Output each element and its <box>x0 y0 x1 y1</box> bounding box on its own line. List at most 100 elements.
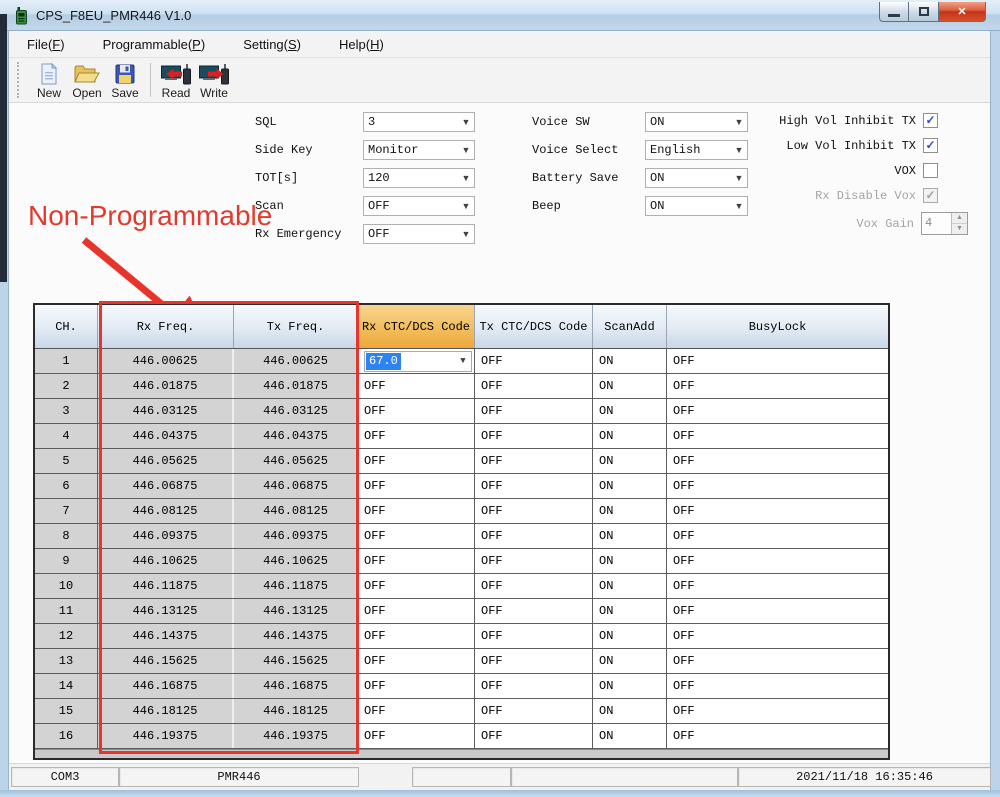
cell-rx_code[interactable]: OFF <box>358 524 475 548</box>
spin-down-icon: ▼ <box>952 224 967 234</box>
cell-rx_code[interactable]: OFF <box>358 399 475 423</box>
cell-busy_lock[interactable]: OFF <box>667 674 888 698</box>
cell-tx_code[interactable]: OFF <box>475 549 593 573</box>
cell-scan_add[interactable]: ON <box>593 649 667 673</box>
cell-tx_code[interactable]: OFF <box>475 574 593 598</box>
setting-combo-rx-emergency[interactable]: OFF ▼ <box>363 224 475 244</box>
menu-item-file[interactable]: File(F) <box>23 34 69 55</box>
cell-scan_add[interactable]: ON <box>593 549 667 573</box>
cell-tx_code[interactable]: OFF <box>475 349 593 373</box>
cell-rx: 446.13125 <box>98 599 234 623</box>
cell-rx_code[interactable]: OFF <box>358 549 475 573</box>
checkbox[interactable]: ✓ <box>923 138 938 153</box>
menu-item-programmable[interactable]: Programmable(P) <box>99 34 210 55</box>
cell-scan_add[interactable]: ON <box>593 424 667 448</box>
cell-busy_lock[interactable]: OFF <box>667 599 888 623</box>
cell-rx_code[interactable]: OFF <box>358 374 475 398</box>
cell-scan_add[interactable]: ON <box>593 624 667 648</box>
cell-ch: 7 <box>35 499 98 523</box>
cell-tx_code[interactable]: OFF <box>475 524 593 548</box>
toolbar-open-button[interactable]: Open <box>68 58 106 102</box>
toolbar-save-button[interactable]: Save <box>106 58 144 102</box>
cell-busy_lock[interactable]: OFF <box>667 349 888 373</box>
cell-scan_add[interactable]: ON <box>593 699 667 723</box>
table-row: 16 446.19375 446.19375 OFF OFF ON OFF <box>35 724 888 749</box>
cell-tx: 446.03125 <box>234 399 358 423</box>
menu-item-setting[interactable]: Setting(S) <box>239 34 305 55</box>
close-icon: ✕ <box>957 6 967 18</box>
cell-scan_add[interactable]: ON <box>593 499 667 523</box>
cell-busy_lock[interactable]: OFF <box>667 724 888 748</box>
cell-rx_code[interactable]: OFF <box>358 649 475 673</box>
cell-rx_code[interactable]: OFF <box>358 424 475 448</box>
cell-rx_code[interactable]: 67.0 ▼ <box>358 349 475 373</box>
cell-tx_code[interactable]: OFF <box>475 724 593 748</box>
cell-tx_code[interactable]: OFF <box>475 399 593 423</box>
setting-combo-side-key[interactable]: Monitor ▼ <box>363 140 475 160</box>
toolbar-new-button[interactable]: New <box>30 58 68 102</box>
cell-rx_code[interactable]: OFF <box>358 499 475 523</box>
cell-busy_lock[interactable]: OFF <box>667 649 888 673</box>
toolbar-read-button[interactable]: Read <box>157 58 195 102</box>
cell-busy_lock[interactable]: OFF <box>667 699 888 723</box>
cell-scan_add[interactable]: ON <box>593 374 667 398</box>
cell-rx_code[interactable]: OFF <box>358 574 475 598</box>
setting-combo-tot-s-[interactable]: 120 ▼ <box>363 168 475 188</box>
cell-scan_add[interactable]: ON <box>593 524 667 548</box>
setting-combo-sql[interactable]: 3 ▼ <box>363 112 475 132</box>
cell-busy_lock[interactable]: OFF <box>667 449 888 473</box>
cell-tx_code[interactable]: OFF <box>475 649 593 673</box>
cell-rx_code[interactable]: OFF <box>358 724 475 748</box>
cell-scan_add[interactable]: ON <box>593 474 667 498</box>
cell-scan_add[interactable]: ON <box>593 399 667 423</box>
cell-busy_lock[interactable]: OFF <box>667 374 888 398</box>
cell-rx_code[interactable]: OFF <box>358 599 475 623</box>
cell-busy_lock[interactable]: OFF <box>667 474 888 498</box>
cell-rx_code[interactable]: OFF <box>358 699 475 723</box>
minimize-button[interactable] <box>879 2 909 22</box>
cell-rx_code[interactable]: OFF <box>358 474 475 498</box>
cell-tx_code[interactable]: OFF <box>475 474 593 498</box>
cell-rx_code[interactable]: OFF <box>358 674 475 698</box>
horizontal-scrollbar[interactable] <box>35 749 888 758</box>
cell-tx_code[interactable]: OFF <box>475 424 593 448</box>
cell-scan_add[interactable]: ON <box>593 674 667 698</box>
maximize-button[interactable] <box>909 2 938 22</box>
cell-busy_lock[interactable]: OFF <box>667 624 888 648</box>
menu-item-post: ) <box>379 37 384 52</box>
cell-scan_add[interactable]: ON <box>593 599 667 623</box>
menu-item-post: ) <box>296 37 302 52</box>
title-bar[interactable]: CPS_F8EU_PMR446 V1.0 ✕ <box>0 0 1000 31</box>
table-row: 5 446.05625 446.05625 OFF OFF ON OFF <box>35 449 888 474</box>
cell-scan_add[interactable]: ON <box>593 349 667 373</box>
rx-code-combobox[interactable]: 67.0 ▼ <box>364 350 472 372</box>
cell-busy_lock[interactable]: OFF <box>667 424 888 448</box>
cell-busy_lock[interactable]: OFF <box>667 549 888 573</box>
toolbar-grip[interactable] <box>17 62 22 98</box>
cell-tx_code[interactable]: OFF <box>475 499 593 523</box>
cell-busy_lock[interactable]: OFF <box>667 399 888 423</box>
cell-tx_code[interactable]: OFF <box>475 449 593 473</box>
cell-tx_code[interactable]: OFF <box>475 599 593 623</box>
menu-item-help[interactable]: Help(H) <box>335 34 388 55</box>
cell-rx_code[interactable]: OFF <box>358 449 475 473</box>
toolbar-write-button[interactable]: Write <box>195 58 233 102</box>
cell-scan_add[interactable]: ON <box>593 724 667 748</box>
cell-busy_lock[interactable]: OFF <box>667 499 888 523</box>
cell-busy_lock[interactable]: OFF <box>667 524 888 548</box>
cell-tx_code[interactable]: OFF <box>475 624 593 648</box>
checkbox[interactable] <box>923 163 938 178</box>
cell-scan_add[interactable]: ON <box>593 449 667 473</box>
cell-scan_add[interactable]: ON <box>593 574 667 598</box>
cell-tx_code[interactable]: OFF <box>475 674 593 698</box>
cell-rx_code[interactable]: OFF <box>358 624 475 648</box>
cell-tx_code[interactable]: OFF <box>475 374 593 398</box>
checkbox[interactable]: ✓ <box>923 113 938 128</box>
cell-busy_lock[interactable]: OFF <box>667 574 888 598</box>
toolbar-button-label: Read <box>161 86 191 100</box>
close-button[interactable]: ✕ <box>938 2 986 22</box>
setting-combo-scan[interactable]: OFF ▼ <box>363 196 475 216</box>
cell-tx_code[interactable]: OFF <box>475 699 593 723</box>
column-header-rx_code: Rx CTC/DCS Code <box>358 305 475 348</box>
cell-tx: 446.11875 <box>234 574 358 598</box>
